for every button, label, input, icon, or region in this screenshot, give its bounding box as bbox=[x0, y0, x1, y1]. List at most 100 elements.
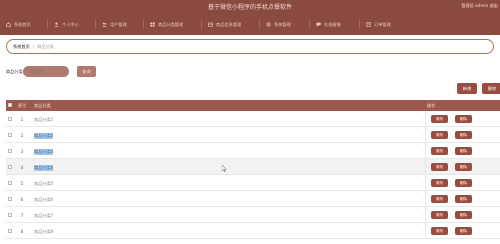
row-index: 6 bbox=[20, 197, 24, 202]
row-index: 4 bbox=[20, 165, 24, 170]
user-icon bbox=[54, 22, 59, 27]
row-category-name: 商品分类2 bbox=[34, 133, 54, 139]
table-row: 8 商品分类8 修改 删除 bbox=[6, 223, 500, 239]
row-index: 5 bbox=[20, 181, 24, 186]
add-button[interactable]: 新增 bbox=[457, 83, 477, 94]
row-checkbox[interactable] bbox=[8, 181, 12, 185]
home-icon bbox=[6, 22, 11, 27]
column-divider bbox=[425, 143, 426, 158]
row-edit-button[interactable]: 修改 bbox=[431, 195, 448, 203]
row-category-name: 商品分类1 bbox=[34, 117, 54, 122]
row-checkbox[interactable] bbox=[8, 117, 12, 121]
row-category-name: 商品分类6 bbox=[34, 197, 54, 202]
row-delete-button[interactable]: 删除 bbox=[455, 179, 472, 187]
search-label: 商品分类 bbox=[6, 69, 23, 74]
settings-icon bbox=[266, 22, 271, 27]
nav-item-label: 订单管理 bbox=[374, 21, 391, 27]
search-button[interactable]: 查询 bbox=[77, 66, 96, 77]
nav-item-label: 在线客服 bbox=[324, 21, 341, 27]
row-edit-button[interactable]: 修改 bbox=[431, 211, 448, 219]
row-index: 3 bbox=[20, 149, 24, 154]
category-icon bbox=[150, 22, 155, 27]
nav-item-2[interactable]: 用户管理 bbox=[96, 14, 144, 35]
nav-item-label: 商品分类管理 bbox=[158, 21, 184, 27]
row-delete-button[interactable]: 删除 bbox=[455, 227, 472, 235]
nav-item-label: 个人中心 bbox=[62, 21, 79, 27]
column-divider bbox=[425, 175, 426, 190]
table-row: 2 商品分类2 修改 删除 bbox=[6, 127, 500, 143]
row-delete-button[interactable]: 删除 bbox=[455, 147, 472, 155]
row-delete-button[interactable]: 删除 bbox=[455, 211, 472, 219]
column-divider bbox=[425, 159, 426, 174]
column-divider bbox=[425, 191, 426, 206]
breadcrumb-separator: / bbox=[32, 44, 35, 49]
row-delete-button[interactable]: 删除 bbox=[455, 195, 472, 203]
row-checkbox[interactable] bbox=[8, 229, 12, 233]
goods-icon bbox=[208, 22, 213, 27]
nav-item-label: 商品信息管理 bbox=[216, 21, 242, 27]
row-edit-button[interactable]: 修改 bbox=[431, 179, 448, 187]
row-edit-button[interactable]: 修改 bbox=[431, 147, 448, 155]
column-divider bbox=[425, 111, 426, 126]
row-category-name: 商品分类8 bbox=[34, 229, 54, 234]
row-edit-button[interactable]: 修改 bbox=[431, 131, 448, 139]
row-delete-button[interactable]: 删除 bbox=[455, 115, 472, 123]
column-divider bbox=[425, 207, 426, 222]
nav-item-label: 用户管理 bbox=[110, 21, 127, 27]
row-edit-button[interactable]: 修改 bbox=[431, 115, 448, 123]
nav-item-6[interactable]: 在线客服 bbox=[310, 14, 360, 35]
mouse-cursor-icon bbox=[222, 165, 227, 172]
row-checkbox[interactable] bbox=[8, 213, 12, 217]
table-row: 5 商品分类5 修改 删除 bbox=[6, 175, 500, 191]
page: 基于微信小程序的手机点餐软件 管理员 admin 退出 系统首页 个人中心 用户管理… bbox=[0, 0, 500, 244]
row-checkbox[interactable] bbox=[8, 197, 12, 201]
row-delete-button[interactable]: 删除 bbox=[455, 163, 472, 171]
table-header: 索引 商品分类 操作 bbox=[6, 100, 500, 111]
table-body: 1 商品分类1 修改 删除 2 商品分类2 修改 删除 3 商品分类3 修改 删除 4 商品分类4 修改 删除… bbox=[6, 111, 500, 239]
table-row: 6 商品分类6 修改 删除 bbox=[6, 191, 500, 207]
breadcrumb-home[interactable]: 系统首页 bbox=[13, 44, 30, 49]
row-checkbox[interactable] bbox=[8, 165, 12, 169]
breadcrumb: 系统首页 / 商品分类 bbox=[6, 39, 494, 54]
user-menu[interactable]: 管理员 admin 退出 bbox=[461, 3, 498, 9]
header-name: 商品分类 bbox=[34, 103, 51, 108]
table-row: 7 商品分类7 修改 删除 bbox=[6, 207, 500, 223]
column-divider bbox=[425, 127, 426, 142]
chat-icon bbox=[316, 22, 321, 27]
row-index: 1 bbox=[20, 117, 24, 122]
breadcrumb-current: 商品分类 bbox=[37, 44, 54, 49]
category-table: 索引 商品分类 操作 1 商品分类1 修改 删除 2 商品分类2 修改 删除 3 商品分类3 修改删… bbox=[6, 100, 500, 239]
row-category-name: 商品分类3 bbox=[34, 149, 54, 155]
row-edit-button[interactable]: 修改 bbox=[431, 163, 448, 171]
nav-item-0[interactable]: 系统首页 bbox=[0, 14, 48, 35]
nav-item-7[interactable]: 订单管理 bbox=[360, 14, 410, 35]
header-index: 索引 bbox=[18, 103, 27, 108]
table-row: 3 商品分类3 修改 删除 bbox=[6, 143, 500, 159]
search-input[interactable] bbox=[23, 66, 69, 77]
nav-item-1[interactable]: 个人中心 bbox=[48, 14, 96, 35]
nav-item-4[interactable]: 商品信息管理 bbox=[202, 14, 260, 35]
row-edit-button[interactable]: 修改 bbox=[431, 227, 448, 235]
row-index: 2 bbox=[20, 133, 24, 138]
table-row: 1 商品分类1 修改 删除 bbox=[6, 111, 500, 127]
bulk-delete-button[interactable]: 删除 bbox=[482, 83, 500, 94]
table-row: 4 商品分类4 修改 删除 bbox=[6, 159, 500, 175]
header-ops: 操作 bbox=[427, 103, 436, 108]
top-bar: 基于微信小程序的手机点餐软件 管理员 admin 退出 bbox=[0, 0, 500, 14]
row-category-name: 商品分类5 bbox=[34, 181, 54, 186]
nav-item-3[interactable]: 商品分类管理 bbox=[144, 14, 202, 35]
nav-item-label: 系统管理 bbox=[274, 21, 291, 27]
row-category-name: 商品分类4 bbox=[34, 165, 54, 171]
order-icon bbox=[366, 22, 371, 27]
row-delete-button[interactable]: 删除 bbox=[455, 131, 472, 139]
app-title: 基于微信小程序的手机点餐软件 bbox=[207, 4, 292, 11]
column-divider bbox=[425, 223, 426, 238]
nav-item-5[interactable]: 系统管理 bbox=[260, 14, 310, 35]
users-icon bbox=[102, 22, 107, 27]
row-checkbox[interactable] bbox=[8, 149, 12, 153]
select-all-checkbox[interactable] bbox=[8, 103, 12, 107]
nav-item-label: 系统首页 bbox=[14, 21, 31, 27]
row-category-name: 商品分类7 bbox=[34, 213, 54, 218]
row-checkbox[interactable] bbox=[8, 133, 12, 137]
row-index: 7 bbox=[20, 213, 24, 218]
